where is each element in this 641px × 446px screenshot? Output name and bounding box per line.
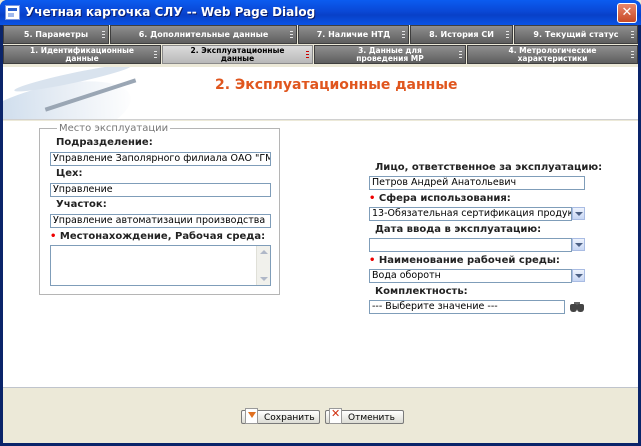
tab-grip-icon: [154, 51, 157, 58]
kit-input[interactable]: --- Выберите значение ---: [369, 300, 565, 314]
tab-label: 5. Параметры: [23, 30, 89, 39]
subdivision-label: Подразделение:: [56, 137, 153, 148]
tab-mr-data[interactable]: 3. Данные для проведения МР: [314, 45, 466, 64]
date-label: Дата ввода в эксплуатацию:: [375, 224, 542, 235]
dialog-window: Учетная карточка СЛУ -- Web Page Dialog …: [0, 0, 641, 446]
section-input[interactable]: Управление автоматизации производства: [50, 214, 271, 228]
date-select[interactable]: [369, 238, 572, 252]
tab-label-line2: характеристики: [517, 54, 588, 63]
save-icon: [245, 408, 258, 424]
usage-label: • Сфера использования:: [369, 193, 511, 204]
tab-current-status[interactable]: 9. Текущий статус: [514, 25, 638, 44]
tab-grip-icon: [402, 31, 405, 38]
cancel-button[interactable]: Отменить: [325, 408, 404, 424]
env-label: • Наименование рабочей среды:: [369, 255, 560, 266]
tab-metrological[interactable]: 4. Метрологические характеристики: [467, 45, 638, 64]
tab-label-line2: данные: [220, 54, 255, 63]
window-title: Учетная карточка СЛУ -- Web Page Dialog: [25, 5, 316, 19]
tab-label: 7. Наличие НТД: [316, 30, 391, 39]
shop-input[interactable]: Управление: [50, 183, 271, 197]
dialog-client: 5. Параметры 6. Дополнительные данные 7.…: [3, 25, 638, 443]
chevron-down-icon[interactable]: [572, 238, 585, 251]
tab-grip-icon: [306, 51, 309, 58]
location-textarea[interactable]: [50, 245, 271, 286]
save-button-label: Сохранить: [264, 413, 315, 423]
location-label-text: Местонахождение, Рабочая среда:: [59, 231, 266, 242]
tab-grip-icon: [102, 31, 105, 38]
tab-grip-icon: [631, 31, 634, 38]
save-button[interactable]: Сохранить: [241, 408, 320, 424]
scroll-down-icon[interactable]: [260, 277, 268, 281]
tab-identification[interactable]: 1. Идентификационные данные: [3, 45, 161, 64]
close-icon[interactable]: ✕: [617, 3, 637, 23]
tab-row-top: 5. Параметры 6. Дополнительные данные 7.…: [3, 25, 638, 44]
page-title: 2. Эксплуатационные данные: [215, 77, 458, 93]
required-marker: •: [369, 193, 376, 204]
tab-label: 9. Текущий статус: [533, 30, 619, 39]
section-label: Участок:: [56, 199, 107, 210]
required-marker: •: [50, 231, 57, 242]
tab-row-bottom: 1. Идентификационные данные 2. Эксплуата…: [3, 45, 638, 64]
responsible-input[interactable]: Петров Андрей Анатольевич: [369, 176, 585, 190]
tab-operational-data[interactable]: 2. Эксплуатационные данные: [162, 45, 313, 64]
location-label: • Местонахождение, Рабочая среда:: [50, 231, 265, 242]
tab-label: 8. История СИ: [429, 30, 494, 39]
tab-parameters[interactable]: 5. Параметры: [3, 25, 109, 44]
cancel-icon: [329, 408, 342, 424]
responsible-label: Лицо, ответственное за эксплуатацию:: [375, 162, 603, 173]
subdivision-input[interactable]: Управление Заполярного филиала ОАО "ГМК: [50, 152, 271, 166]
fieldset-legend: Место эксплуатации: [57, 123, 171, 134]
title-bar[interactable]: Учетная карточка СЛУ -- Web Page Dialog …: [0, 0, 641, 25]
tab-grip-icon: [459, 51, 462, 58]
form-area: Место эксплуатации Подразделение: Управл…: [3, 121, 638, 388]
tab-label: 6. Дополнительные данные: [138, 30, 269, 39]
env-label-text: Наименование рабочей среды:: [378, 255, 560, 266]
shop-label: Цех:: [56, 168, 83, 179]
textarea-scrollbar[interactable]: [256, 246, 270, 285]
tab-history[interactable]: 8. История СИ: [410, 25, 513, 44]
cancel-button-label: Отменить: [348, 413, 395, 423]
section-banner: 2. Эксплуатационные данные: [3, 67, 638, 120]
tab-grip-icon: [631, 51, 634, 58]
chevron-down-icon[interactable]: [572, 269, 585, 282]
usage-select[interactable]: 13-Обязательная сертификация продукци: [369, 207, 572, 221]
required-marker: •: [369, 255, 376, 266]
chevron-down-icon[interactable]: [572, 207, 585, 220]
kit-label: Комплектность:: [375, 286, 468, 297]
location-fieldset: Место эксплуатации Подразделение: Управл…: [39, 123, 280, 295]
tab-additional-data[interactable]: 6. Дополнительные данные: [110, 25, 297, 44]
env-select[interactable]: Вода оборотн: [369, 269, 572, 283]
binoculars-icon[interactable]: [569, 300, 585, 314]
tab-label-line2: данные: [65, 54, 99, 63]
tab-grip-icon: [290, 31, 293, 38]
tab-grip-icon: [506, 31, 509, 38]
page-icon: [5, 5, 20, 20]
scroll-up-icon[interactable]: [260, 250, 268, 254]
tab-ntd[interactable]: 7. Наличие НТД: [298, 25, 409, 44]
tab-label-line2: проведения МР: [356, 54, 424, 63]
usage-label-text: Сфера использования:: [378, 193, 511, 204]
